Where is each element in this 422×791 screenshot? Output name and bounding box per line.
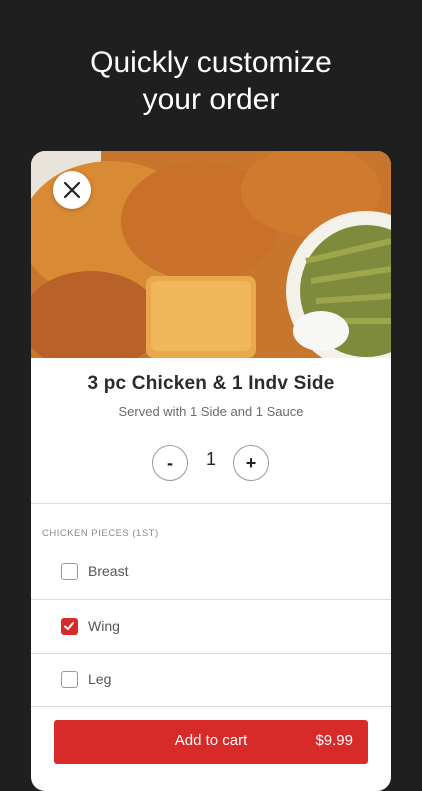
option-breast[interactable]: Breast	[31, 547, 391, 599]
option-label: Leg	[88, 671, 112, 687]
option-leg[interactable]: Leg	[31, 655, 391, 707]
checkbox[interactable]	[61, 563, 78, 580]
minus-icon: -	[167, 452, 173, 473]
decrease-quantity-button[interactable]: -	[152, 445, 188, 481]
option-label: Breast	[88, 563, 129, 579]
divider	[31, 503, 391, 504]
cart-price: $9.99	[315, 732, 353, 749]
plus-icon: +	[245, 452, 257, 473]
promo-headline: Quickly customize your order	[0, 44, 422, 118]
close-icon	[63, 181, 81, 199]
headline-line-2: your order	[142, 83, 280, 116]
food-photo	[31, 151, 391, 358]
option-wing[interactable]: Wing	[31, 602, 391, 654]
add-to-cart-button[interactable]: Add to cart $9.99	[54, 720, 368, 764]
item-title: 3 pc Chicken & 1 Indv Side	[87, 373, 335, 394]
divider	[31, 599, 391, 600]
quantity-stepper: - 1 +	[31, 445, 391, 481]
divider	[31, 706, 391, 707]
quantity-value: 1	[205, 449, 216, 469]
close-button[interactable]	[53, 171, 91, 209]
headline-line-1: Quickly customize	[90, 46, 332, 79]
divider	[31, 653, 391, 654]
section-label: CHICKEN PIECES (1ST)	[42, 528, 159, 539]
option-label: Wing	[88, 618, 120, 634]
checkbox[interactable]	[61, 671, 78, 688]
checkbox[interactable]	[61, 618, 78, 635]
increase-quantity-button[interactable]: +	[233, 445, 269, 481]
checkmark-icon	[64, 622, 74, 630]
item-customize-card: 3 pc Chicken & 1 Indv Side Served with 1…	[31, 151, 391, 791]
item-subtitle: Served with 1 Side and 1 Sauce	[118, 404, 304, 419]
